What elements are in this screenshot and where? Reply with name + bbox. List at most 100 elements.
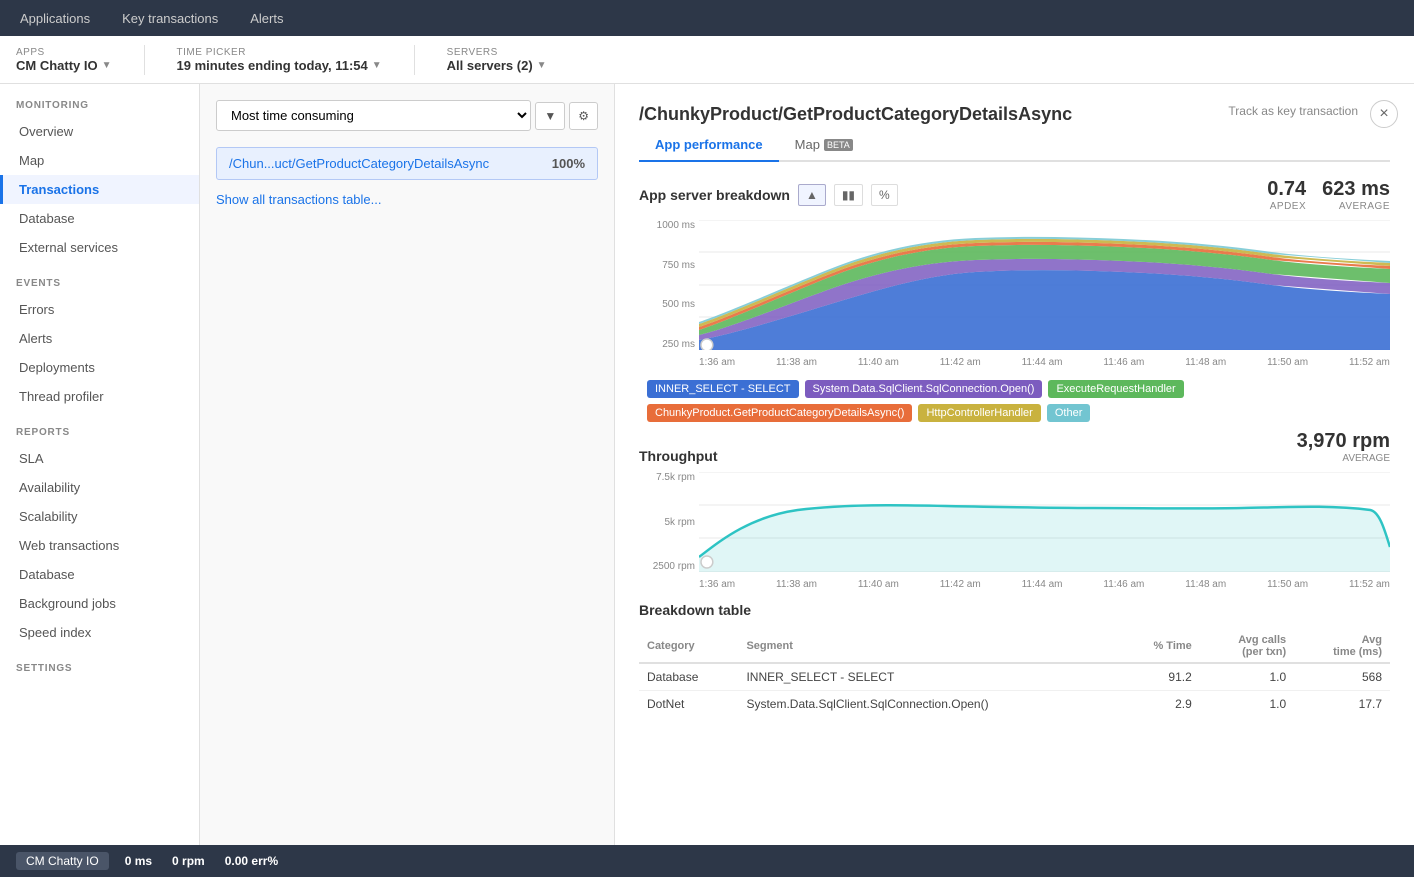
detail-tabs: App performance Map BETA [639, 129, 1390, 162]
divider-2 [414, 45, 415, 75]
sidebar-item-availability[interactable]: Availability [0, 473, 199, 502]
avg-label: AVERAGE [1322, 201, 1390, 212]
apps-selector[interactable]: APPS CM Chatty IO ▼ [16, 47, 112, 73]
sidebar-item-deployments[interactable]: Deployments [0, 353, 199, 382]
timepicker-chevron-icon: ▼ [372, 60, 382, 71]
transaction-pct: 100% [552, 156, 585, 171]
y-label-250: 250 ms [639, 339, 695, 350]
filter-dropdown-btn[interactable]: ▼ [535, 102, 565, 130]
transaction-name: /Chun...uct/GetProductCategoryDetailsAsy… [229, 156, 489, 171]
legend-bar: INNER_SELECT - SELECT System.Data.SqlCli… [639, 374, 1390, 430]
status-rpm: 0 rpm [172, 854, 209, 868]
servers-selector[interactable]: SERVERS All servers (2) ▼ [447, 47, 547, 73]
status-ms: 0 ms [125, 854, 156, 868]
servers-label: SERVERS [447, 47, 547, 58]
row2-category: DotNet [639, 691, 738, 718]
app-bar: APPS CM Chatty IO ▼ TIME PICKER 19 minut… [0, 36, 1414, 84]
divider-1 [144, 45, 145, 75]
middle-panel: Most time consuming ▼ ⚙ /Chun...uct/GetP… [200, 84, 615, 845]
sidebar-item-database[interactable]: Database [0, 204, 199, 233]
top-nav: Applications Key transactions Alerts [0, 0, 1414, 36]
chart-pct-btn[interactable]: % [871, 184, 898, 206]
filter-bar: Most time consuming ▼ ⚙ [216, 100, 598, 131]
timepicker-selector[interactable]: TIME PICKER 19 minutes ending today, 11:… [177, 47, 382, 73]
col-avg-time: Avgtime (ms) [1294, 630, 1390, 663]
table-row: DotNet System.Data.SqlClient.SqlConnecti… [639, 691, 1390, 718]
filter-settings-btn[interactable]: ⚙ [569, 102, 598, 130]
status-app-name: CM Chatty IO [16, 852, 109, 870]
throughput-x-labels: 1:36 am 11:38 am 11:40 am 11:42 am 11:44… [699, 579, 1390, 590]
sidebar-item-map[interactable]: Map [0, 146, 199, 175]
col-avg-calls: Avg calls(per txn) [1200, 630, 1294, 663]
nav-applications[interactable]: Applications [16, 0, 94, 36]
row1-avg-time: 568 [1294, 663, 1390, 691]
close-button[interactable]: × [1370, 100, 1398, 128]
avg-value: 623 ms [1322, 178, 1390, 201]
breakdown-title: App server breakdown [639, 187, 790, 203]
throughput-avg-label: AVERAGE [1297, 453, 1390, 464]
sidebar-item-external-services[interactable]: External services [0, 233, 199, 262]
sidebar-item-sla[interactable]: SLA [0, 444, 199, 473]
tab-map[interactable]: Map BETA [779, 129, 869, 162]
throughput-header: Throughput 3,970 rpm AVERAGE [639, 430, 1390, 464]
row1-avg-calls: 1.0 [1200, 663, 1294, 691]
monitoring-section-label: MONITORING [0, 84, 199, 117]
sidebar-item-background-jobs[interactable]: Background jobs [0, 589, 199, 618]
y-label-1000: 1000 ms [639, 220, 695, 231]
reports-section-label: REPORTS [0, 411, 199, 444]
breakdown-table-section: Breakdown table Category Segment % Time … [639, 602, 1390, 717]
tput-y-label-3: 2500 rpm [639, 561, 695, 572]
throughput-stat: 3,970 rpm AVERAGE [1297, 430, 1390, 464]
detail-panel: /ChunkyProduct/GetProductCategoryDetails… [615, 84, 1414, 845]
row2-segment[interactable]: System.Data.SqlClient.SqlConnection.Open… [738, 691, 1119, 718]
table-row: Database INNER_SELECT - SELECT 91.2 1.0 … [639, 663, 1390, 691]
throughput-value: 3,970 rpm [1297, 430, 1390, 453]
row1-pct: 91.2 [1120, 663, 1200, 691]
breakdown-x-labels: 1:36 am 11:38 am 11:40 am 11:42 am 11:44… [699, 357, 1390, 368]
col-segment: Segment [738, 630, 1119, 663]
tab-app-performance[interactable]: App performance [639, 129, 779, 162]
legend-chunky-product[interactable]: ChunkyProduct.GetProductCategoryDetailsA… [647, 404, 912, 422]
sidebar-item-speed-index[interactable]: Speed index [0, 618, 199, 647]
apdex-label: APDEX [1267, 201, 1306, 212]
chart-area-btn[interactable]: ▲ [798, 184, 826, 206]
timepicker-label: TIME PICKER [177, 47, 382, 58]
sidebar-item-database-reports[interactable]: Database [0, 560, 199, 589]
sidebar-item-web-transactions[interactable]: Web transactions [0, 531, 199, 560]
sidebar-item-alerts[interactable]: Alerts [0, 324, 199, 353]
legend-inner-select[interactable]: INNER_SELECT - SELECT [647, 380, 799, 398]
breakdown-section-header: App server breakdown ▲ ▮▮ % 0.74 APDEX 6… [639, 178, 1390, 212]
sidebar: MONITORING Overview Map Transactions Dat… [0, 84, 200, 845]
breakdown-table-title: Breakdown table [639, 602, 1390, 618]
row1-segment[interactable]: INNER_SELECT - SELECT [738, 663, 1119, 691]
timepicker-value: 19 minutes ending today, 11:54 ▼ [177, 58, 382, 73]
sidebar-item-overview[interactable]: Overview [0, 117, 199, 146]
sidebar-item-scalability[interactable]: Scalability [0, 502, 199, 531]
apps-value: CM Chatty IO ▼ [16, 58, 112, 73]
col-category: Category [639, 630, 738, 663]
nav-key-transactions[interactable]: Key transactions [118, 0, 222, 36]
legend-execute-request[interactable]: ExecuteRequestHandler [1048, 380, 1183, 398]
nav-alerts[interactable]: Alerts [246, 0, 287, 36]
row2-pct: 2.9 [1120, 691, 1200, 718]
sidebar-item-errors[interactable]: Errors [0, 295, 199, 324]
breakdown-table: Category Segment % Time Avg calls(per tx… [639, 630, 1390, 717]
transaction-row[interactable]: /Chun...uct/GetProductCategoryDetailsAsy… [216, 147, 598, 180]
beta-badge: BETA [824, 139, 853, 151]
chart-bar-btn[interactable]: ▮▮ [834, 184, 863, 206]
status-bar: CM Chatty IO 0 ms 0 rpm 0.00 err% [0, 845, 1414, 877]
legend-other[interactable]: Other [1047, 404, 1091, 422]
legend-http-controller[interactable]: HttpControllerHandler [918, 404, 1040, 422]
legend-sqlconnection[interactable]: System.Data.SqlClient.SqlConnection.Open… [805, 380, 1043, 398]
sidebar-item-thread-profiler[interactable]: Thread profiler [0, 382, 199, 411]
breakdown-stats: 0.74 APDEX 623 ms AVERAGE [1267, 178, 1390, 212]
track-key-transaction-link[interactable]: Track as key transaction [1228, 104, 1358, 118]
show-all-transactions-link[interactable]: Show all transactions table... [216, 192, 381, 207]
filter-select[interactable]: Most time consuming [216, 100, 531, 131]
tput-y-label-1: 7.5k rpm [639, 472, 695, 483]
events-section-label: EVENTS [0, 262, 199, 295]
status-err: 0.00 err% [225, 854, 282, 868]
tput-y-label-2: 5k rpm [639, 517, 695, 528]
row2-avg-calls: 1.0 [1200, 691, 1294, 718]
sidebar-item-transactions[interactable]: Transactions [0, 175, 199, 204]
